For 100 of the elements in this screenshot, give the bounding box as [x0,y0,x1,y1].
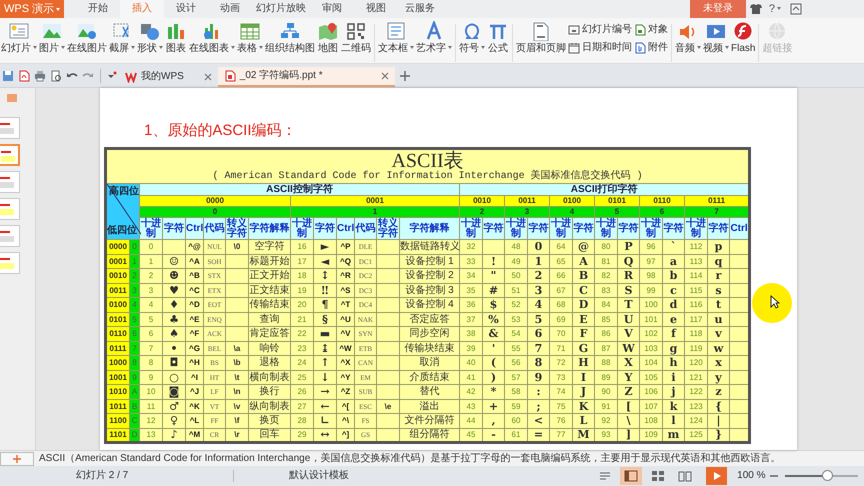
table-cell: 39 [466,344,476,352]
ribbon-button[interactable]: 表格 [236,20,264,64]
table-cell: 介质结束 [410,372,450,382]
row-header: C [132,416,138,425]
menu-tab[interactable]: 云服务 [398,0,442,18]
table-cell: W [622,342,635,354]
ribbon-button[interactable]: 公式 [486,20,510,64]
ribbon-button[interactable]: 日期和时间 [567,38,633,56]
menu-tab[interactable]: 幻灯片放映 [252,0,310,18]
table-cell: 响铃 [260,342,280,354]
menu-tab[interactable]: 开始 [76,0,120,18]
table-cell: 同步空闲 [410,328,450,339]
ribbon-button[interactable]: 地图 [316,20,340,64]
table-cell: Q [624,254,634,268]
table-cell: 设备控制 2 [405,270,454,281]
row-header: D [132,430,138,439]
table-cell: L [580,414,588,427]
table-cell: 正文开始 [250,270,290,281]
table-cell: 74 [556,387,566,396]
ribbon-button[interactable]: 页眉和页脚 [515,20,567,64]
row-header: 0011 [109,286,127,294]
menu-tab[interactable]: 动画 [208,0,252,18]
table-cell: 空字符 [254,241,284,252]
table-cell: < [534,414,544,427]
table-cell: 77 [556,430,566,439]
table-cell: ^X [340,358,350,367]
slide-thumbnail[interactable] [0,225,20,247]
ribbon-button[interactable]: 视频 [702,20,730,64]
ribbon-button[interactable]: 文本框 [377,20,415,64]
add-slide-button[interactable] [0,452,34,466]
table-cell: 28 [298,416,306,425]
slide-thumbnail[interactable] [0,171,20,193]
view-button[interactable] [620,467,642,485]
menu-tab[interactable]: 视图 [354,0,398,18]
column-header: 字符 [574,222,594,234]
table-cell: 105 [644,372,658,382]
table-cell: 设备控制 3 [405,284,454,296]
help-button[interactable]: ? [766,2,784,16]
ribbon-button[interactable]: 组织结构图 [264,20,316,64]
ribbon-button[interactable]: 二维码 [340,20,372,64]
menu-tab[interactable]: 设计 [164,0,208,18]
ribbon-button[interactable]: 幻灯片编号 [567,20,633,38]
table-cell: J [580,385,586,398]
play-button[interactable] [706,467,728,485]
row-header: 0 [132,242,137,251]
table-subtitle: ( American Standard Code for Information Interchange 美国标准信息交换代码 ) [212,171,643,182]
slide-thumbnail[interactable] [0,117,20,139]
column-header: 十进制 [686,218,706,239]
ribbon-button[interactable]: 幻灯片 [0,20,38,64]
slide-thumbnail[interactable] [0,252,20,274]
table-cell: [ [626,400,632,412]
column-header: 十进制 [641,218,661,239]
column-header: 字符 [664,222,684,234]
table-cell: - [491,428,496,441]
ribbon-button[interactable]: 图表 [164,20,188,64]
table-cell: u [714,312,722,326]
ribbon-button[interactable]: 在线图片 [66,20,108,64]
document-tab[interactable]: 我的WPS [119,66,218,86]
flash-icon [732,20,754,40]
document-tab[interactable]: _02 字符编码.ppt * [218,66,395,86]
slider-thumb[interactable] [822,470,833,481]
table-cell: V [624,327,633,340]
table-cell: 42 [466,387,476,396]
table-cell: 119 [690,344,702,352]
ribbon-button[interactable]: 形状 [136,20,164,64]
table-cell: M [577,428,590,441]
table-cell: 69 [556,314,566,324]
table-cell: p [714,240,722,253]
table-cell: 114 [690,271,702,280]
table-cell: 90 [602,387,610,396]
group-header: 6 [660,207,664,216]
org-chart-icon [279,20,301,40]
table-cell: e [670,312,677,326]
table-cell: ^A [189,256,200,266]
column-header: Ctrl [730,222,748,234]
group-header: 7 [714,207,719,216]
table-cell: * [490,385,496,398]
table-cell: 58 [512,387,520,396]
ribbon-button[interactable]: Flash [730,20,756,64]
table-cell: 35 [466,286,476,294]
table-cell: ♠ [169,327,179,340]
slide-thumbnail[interactable] [0,144,20,166]
table-cell: ^L [190,416,200,425]
table-cell: 64 [556,242,566,251]
ribbon-button[interactable]: 对象 [633,20,669,38]
table-cell: ← [320,400,330,412]
table-cell: 53 [512,314,520,324]
table-cell: ^Y [340,372,350,382]
menu-tab[interactable]: 审阅 [310,0,354,18]
table-cell: 组分隔符 [410,429,450,440]
table-cell: 60 [512,416,520,425]
qr-code-icon [345,20,367,40]
ribbon-button[interactable]: 图片 [38,20,66,64]
group-header: 0010 [473,196,491,206]
table-cell: 103 [644,344,658,352]
column-header: 代码 [356,222,376,234]
slide-thumbnail[interactable] [0,198,20,220]
table-cell: \e [384,402,392,410]
table-cell: 36 [466,300,476,309]
ribbon-button[interactable]: 附件 [633,38,669,56]
